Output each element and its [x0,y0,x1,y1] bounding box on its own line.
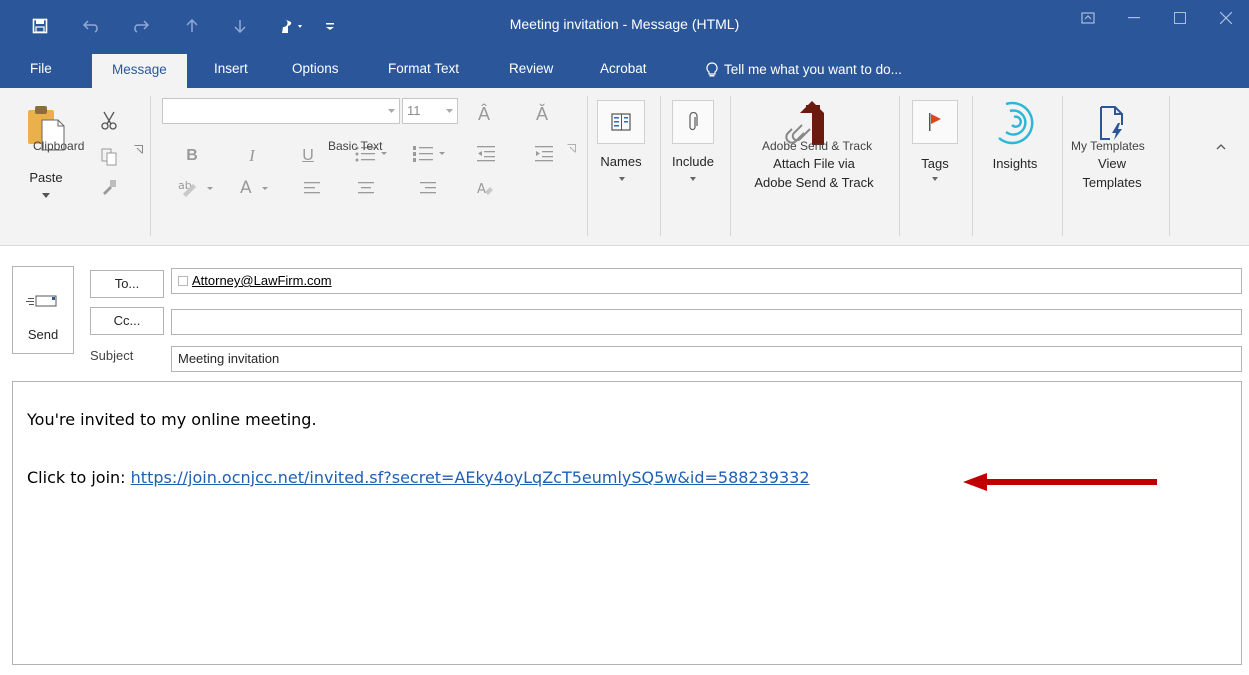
paste-button[interactable]: Paste [22,170,70,185]
adobe-attach-line1[interactable]: Attach File via [744,156,884,171]
align-left-icon[interactable] [302,178,322,198]
title-bar: Meeting invitation - Message (HTML) [0,0,1249,52]
adobe-attach-line2[interactable]: Adobe Send & Track [744,175,884,190]
include-button[interactable]: Include [664,154,722,169]
meeting-link[interactable]: https://join.ocnjcc.net/invited.sf?secre… [131,468,810,487]
flag-icon[interactable] [912,100,958,144]
tab-insert[interactable]: Insert [206,52,256,88]
adobe-group-label: Adobe Send & Track [762,139,873,153]
tags-dropdown-icon[interactable] [927,173,943,185]
separator [1169,96,1170,236]
send-icon [23,293,63,309]
font-color-icon[interactable]: A [236,176,276,200]
subject-field[interactable]: Meeting invitation [171,346,1242,372]
message-body[interactable]: You're invited to my online meeting. Cli… [12,381,1242,665]
red-arrow-annotation [961,471,1161,493]
tab-format-text[interactable]: Format Text [382,52,465,88]
clipboard-group-label: Clipboard [33,139,85,153]
send-button[interactable]: Send [12,266,74,354]
separator [899,96,900,236]
decrease-indent-icon[interactable] [474,142,498,166]
recipient-checkbox[interactable] [178,276,188,286]
format-painter-icon[interactable] [96,176,122,198]
cc-button[interactable]: Cc... [90,307,164,335]
align-center-icon[interactable] [356,178,376,198]
tab-options[interactable]: Options [286,52,345,88]
separator [1062,96,1063,236]
window-title: Meeting invitation - Message (HTML) [509,16,740,32]
insights-button[interactable]: Insights [982,156,1048,171]
increase-indent-icon[interactable] [532,142,556,166]
names-dropdown-icon[interactable] [614,173,630,185]
address-book-icon[interactable] [597,100,645,144]
font-size-dropdown-icon[interactable] [443,99,455,123]
to-recipient[interactable]: Attorney@LawFirm.com [192,269,332,293]
shrink-font-icon[interactable]: Ǎ [530,102,554,126]
maximize-icon[interactable] [1157,0,1203,36]
separator [587,96,588,236]
to-field[interactable]: Attorney@LawFirm.com [171,268,1242,294]
tab-file[interactable]: File [18,52,64,88]
cc-field[interactable] [171,309,1242,335]
include-dropdown-icon[interactable] [685,173,701,185]
collapse-ribbon-icon[interactable] [1214,140,1228,154]
subject-label: Subject [90,348,134,363]
bold-icon[interactable]: B [180,144,204,168]
clear-formatting-icon[interactable]: A [474,178,496,200]
separator [660,96,661,236]
numbering-icon[interactable] [410,142,450,166]
grow-font-icon[interactable]: Â [472,102,496,126]
font-size-value: 11 [407,103,421,118]
tab-acrobat[interactable]: Acrobat [594,52,653,88]
underline-icon[interactable]: U [296,144,320,168]
paste-dropdown-icon[interactable] [38,188,54,202]
insights-icon[interactable] [990,96,1040,146]
body-join-line: Click to join: https://join.ocnjcc.net/i… [27,468,810,487]
view-templates-line2[interactable]: Templates [1074,175,1150,190]
svg-text:A: A [240,178,252,198]
clipboard-launcher-icon[interactable] [132,141,144,157]
tell-me-text: Tell me what you want to do... [724,62,902,77]
align-right-icon[interactable] [418,178,438,198]
tags-button[interactable]: Tags [910,156,960,171]
names-button[interactable]: Names [592,154,650,169]
to-button[interactable]: To... [90,270,164,298]
send-label: Send [27,327,59,342]
cut-icon[interactable] [96,110,122,132]
templates-group-label: My Templates [1071,139,1145,153]
ribbon-tabs: File Message Insert Options Format Text … [0,52,1249,88]
separator [972,96,973,236]
ribbon-display-options-icon[interactable] [1065,0,1111,36]
highlight-icon[interactable]: ab [176,176,218,200]
lightbulb-icon [706,62,718,78]
font-size-combo[interactable]: 11 [402,98,458,124]
view-templates-line1[interactable]: View [1074,156,1150,171]
tab-review[interactable]: Review [503,52,559,88]
copy-icon[interactable] [96,146,122,168]
join-prefix: Click to join: [27,468,131,487]
window-controls [1065,0,1249,52]
separator [730,96,731,236]
close-icon[interactable] [1203,0,1249,36]
minimize-icon[interactable] [1111,0,1157,36]
svg-text:A: A [477,182,486,197]
separator [150,96,151,236]
font-dropdown-icon[interactable] [385,99,397,123]
paperclip-icon[interactable] [672,100,714,144]
basic-text-launcher-icon[interactable] [565,141,577,155]
tab-message[interactable]: Message [92,54,187,88]
tell-me-box[interactable]: Tell me what you want to do... [706,52,902,88]
italic-icon[interactable]: I [240,144,264,168]
basic-text-group-label: Basic Text [328,139,383,153]
font-name-combo[interactable] [162,98,400,124]
body-intro-text: You're invited to my online meeting. [27,410,317,429]
